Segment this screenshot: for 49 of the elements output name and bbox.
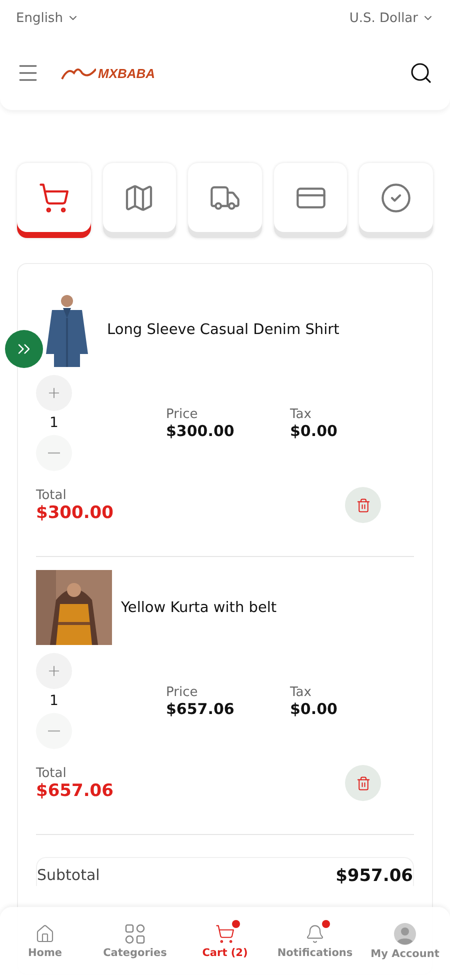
total-label: Total bbox=[36, 488, 68, 502]
delete-button[interactable] bbox=[345, 487, 381, 523]
logo: MXBABA bbox=[98, 66, 156, 80]
checkout-step-tab[interactable] bbox=[17, 163, 91, 238]
home-icon bbox=[35, 924, 55, 944]
categories-icon bbox=[125, 924, 145, 944]
plus-icon bbox=[46, 385, 62, 401]
nav-item[interactable]: Cart (2) bbox=[180, 924, 270, 958]
checkout-step-tab[interactable] bbox=[102, 163, 176, 238]
checkout-step-tab[interactable] bbox=[188, 163, 262, 238]
total-label: Total bbox=[36, 766, 68, 780]
nav-item[interactable]: Categories bbox=[90, 924, 180, 958]
nav-item[interactable]: Notifications bbox=[270, 924, 360, 958]
checkout-step-tab[interactable] bbox=[359, 163, 433, 238]
tax-value: $0.00 bbox=[290, 700, 338, 718]
tax-label: Tax bbox=[290, 684, 312, 700]
quantity: 1 bbox=[50, 415, 58, 431]
search-icon bbox=[409, 61, 433, 85]
currency-selector[interactable]: U.S. Dollar bbox=[349, 10, 434, 26]
expand-button[interactable] bbox=[5, 330, 43, 368]
quantity: 1 bbox=[50, 693, 58, 709]
total-value: $657.06 bbox=[36, 780, 114, 800]
trash-icon bbox=[356, 776, 370, 790]
price-value: $300.00 bbox=[166, 422, 236, 440]
trash-icon bbox=[356, 498, 370, 512]
tax-label: Tax bbox=[290, 406, 312, 422]
subtotal-value: $957.06 bbox=[336, 866, 413, 886]
price-label: Price bbox=[166, 684, 199, 700]
price-value: $657.06 bbox=[166, 700, 236, 718]
subtotal-label: Subtotal bbox=[37, 866, 100, 884]
delete-button[interactable] bbox=[345, 765, 381, 801]
nav-item[interactable]: My Account bbox=[360, 922, 450, 960]
avatar-icon bbox=[394, 922, 416, 944]
check-circle-icon bbox=[380, 182, 412, 214]
minus-icon bbox=[48, 730, 60, 732]
minus-icon bbox=[48, 452, 60, 454]
price-label: Price bbox=[166, 406, 199, 422]
language-selector[interactable]: English bbox=[16, 10, 79, 26]
product-name: Yellow Kurta with belt bbox=[121, 600, 277, 616]
tax-value: $0.00 bbox=[290, 422, 338, 440]
plus-icon bbox=[46, 663, 62, 679]
search-button[interactable] bbox=[409, 61, 433, 85]
bell-icon bbox=[305, 924, 325, 944]
cart-icon bbox=[215, 924, 235, 944]
nav-item[interactable]: Home bbox=[0, 924, 90, 958]
checkout-step-tab[interactable] bbox=[274, 163, 348, 238]
cart-icon bbox=[38, 182, 70, 214]
total-value: $300.00 bbox=[36, 502, 114, 522]
product-name: Long Sleeve Casual Denim Shirt bbox=[107, 322, 340, 338]
